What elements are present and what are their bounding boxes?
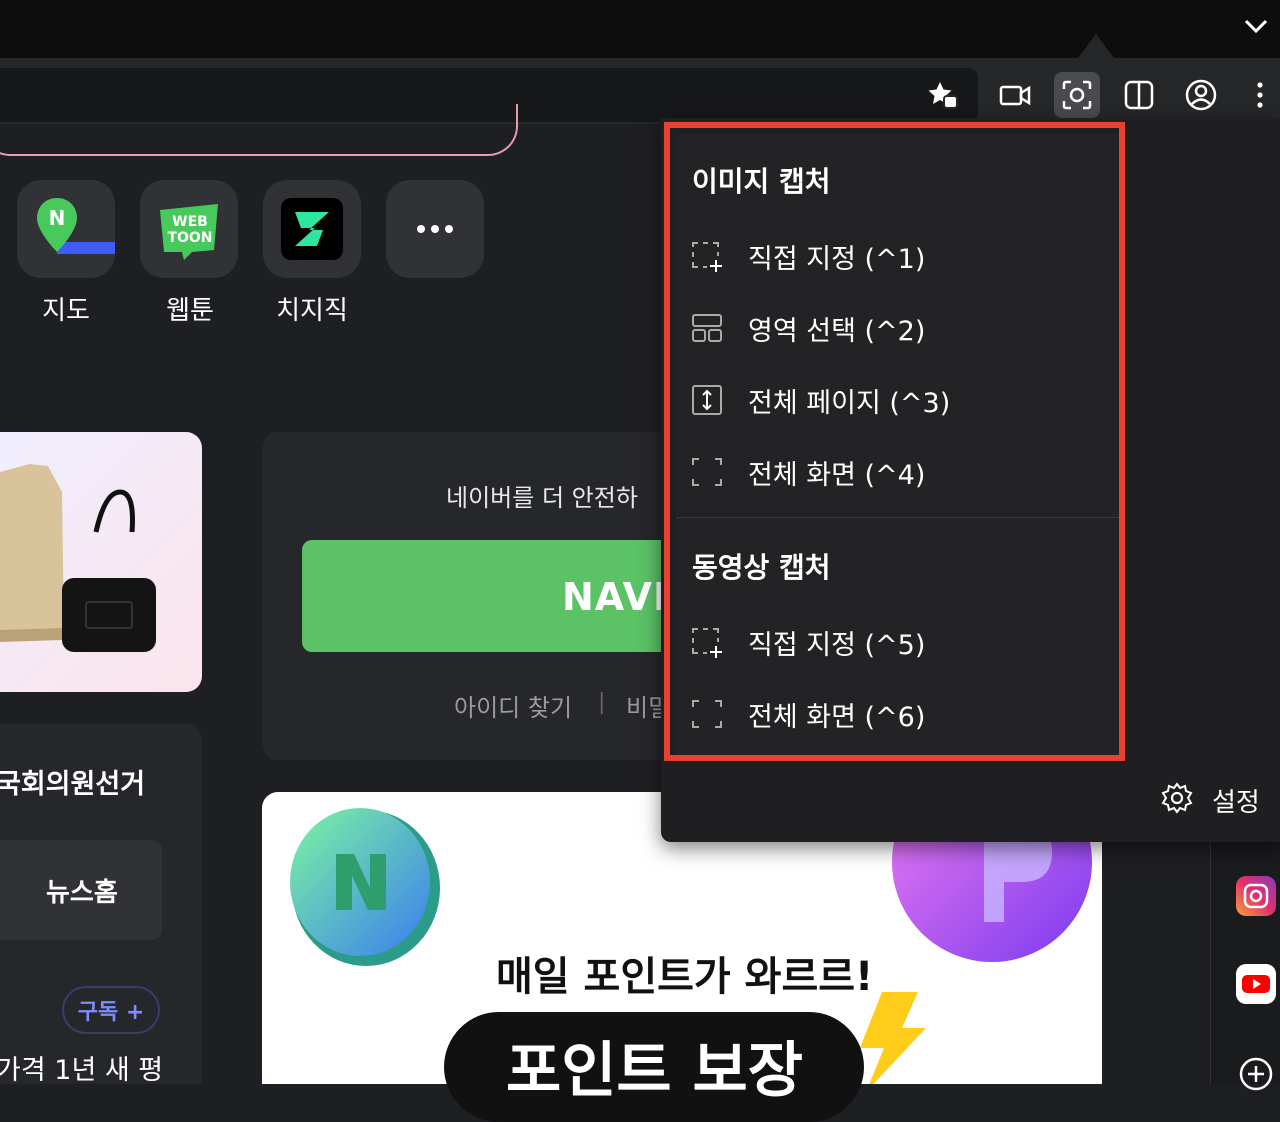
menu-item-video-full-screen[interactable]: 전체 화면 (^6) xyxy=(676,682,1122,746)
gear-icon xyxy=(1160,781,1194,819)
app-label-map[interactable]: 지도 xyxy=(6,290,126,327)
video-capture-icon[interactable] xyxy=(992,72,1038,118)
menu-item-video-custom-region[interactable]: 직접 지정 (^5) xyxy=(676,610,1122,674)
menu-item-area-select[interactable]: 영역 선택 (^2) xyxy=(676,296,1122,360)
area-select-icon xyxy=(690,311,724,345)
webtoon-badge-bottom: TOON xyxy=(167,230,212,246)
menu-caret xyxy=(1078,34,1114,58)
app-label-webtoon[interactable]: 웹툰 xyxy=(130,290,250,327)
map-app-icon[interactable]: N xyxy=(17,180,115,278)
menu-item-label: 전체 페이지 (^3) xyxy=(748,387,951,419)
menu-item-label: 직접 지정 (^1) xyxy=(748,243,926,275)
link-separator: | xyxy=(598,690,606,715)
image-capture-heading: 이미지 캡처 xyxy=(692,165,831,198)
menu-divider xyxy=(676,517,1122,518)
app-label-chzzk[interactable]: 치지직 xyxy=(252,290,372,327)
menu-item-full-screen[interactable]: 전체 화면 (^4) xyxy=(676,440,1122,504)
menu-item-label: 직접 지정 (^5) xyxy=(748,629,926,661)
find-id-link[interactable]: 아이디 찾기 xyxy=(454,688,572,723)
webtoon-badge-top: WEB xyxy=(172,214,208,230)
menu-item-label: 영역 선택 (^2) xyxy=(748,315,926,347)
chzzk-app-icon[interactable] xyxy=(263,180,361,278)
capture-settings-button[interactable]: 설정 xyxy=(1160,778,1260,822)
settings-label: 설정 xyxy=(1212,787,1260,818)
video-capture-heading: 동영상 캡처 xyxy=(692,551,831,584)
menu-item-label: 전체 화면 (^6) xyxy=(748,701,926,733)
menu-item-full-page[interactable]: 전체 페이지 (^3) xyxy=(676,368,1122,432)
screen-capture-icon[interactable] xyxy=(1054,72,1100,118)
profile-icon[interactable] xyxy=(1178,72,1224,118)
menu-item-label: 전체 화면 (^4) xyxy=(748,459,926,491)
more-apps-icon[interactable] xyxy=(386,180,484,278)
trench-coat-and-bag-image xyxy=(0,464,156,652)
custom-region-icon xyxy=(690,239,724,273)
menu-item-custom-region[interactable]: 직접 지정 (^1) xyxy=(676,224,1122,288)
promo-headline: 매일 포인트가 와르르! xyxy=(496,954,874,1000)
instagram-icon[interactable] xyxy=(1236,876,1276,916)
more-icon[interactable] xyxy=(1240,72,1280,118)
login-message: 네이버를 더 안전하 xyxy=(446,484,638,512)
subscribe-button[interactable]: 구독 + xyxy=(62,986,160,1034)
tab-list-chevron-icon[interactable] xyxy=(1238,8,1274,44)
news-headline[interactable]: 가격 1년 새 평 xyxy=(0,1048,163,1087)
promo-pill-label: 포인트 보장 xyxy=(506,1036,803,1106)
youtube-icon[interactable] xyxy=(1236,964,1276,1004)
search-box-edge xyxy=(0,104,518,156)
favorites-icon[interactable] xyxy=(920,72,966,118)
news-home-label: 뉴스홈 xyxy=(46,878,118,908)
webtoon-app-icon[interactable]: WEB TOON xyxy=(140,180,238,278)
split-view-icon[interactable] xyxy=(1116,72,1162,118)
svg-text:N: N xyxy=(49,206,66,230)
shopping-banner[interactable] xyxy=(0,432,202,692)
election-heading[interactable]: 국회의원선거 xyxy=(0,762,145,801)
add-panel-icon[interactable] xyxy=(1236,1054,1276,1094)
full-page-icon xyxy=(690,383,724,417)
custom-region-icon xyxy=(690,625,724,659)
full-screen-icon xyxy=(690,455,724,489)
full-screen-icon xyxy=(690,697,724,731)
